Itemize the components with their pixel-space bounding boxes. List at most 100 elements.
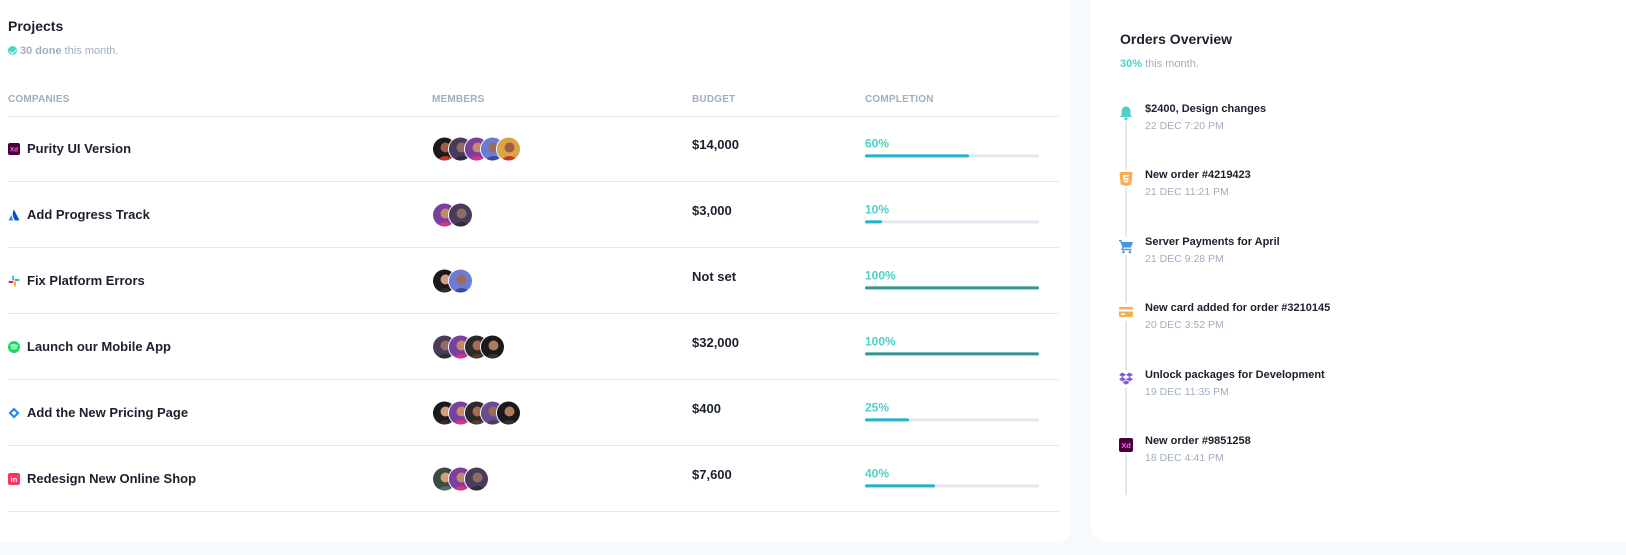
budget-value: Not set xyxy=(692,268,737,284)
done-suffix: this month. xyxy=(64,45,119,57)
column-header-companies[interactable]: COMPANIES xyxy=(8,94,70,105)
company-cell: Xd Purity UI Version xyxy=(8,116,131,181)
members-group xyxy=(432,268,473,293)
column-header-budget[interactable]: BUDGET xyxy=(692,94,735,105)
completion-percent: 25% xyxy=(865,399,890,414)
progress-bar-fill xyxy=(865,351,1039,355)
adobe-xd-icon: Xd xyxy=(1117,436,1135,454)
progress-bar xyxy=(865,219,1039,223)
projects-card: Projects 30 done this month. COMPANIES M… xyxy=(0,0,1071,542)
jira-icon xyxy=(8,407,20,419)
adobe-xd-icon: Xd xyxy=(8,142,20,155)
timeline-title: New order #9851258 xyxy=(1145,435,1251,447)
timeline-date: 21 DEC 11:21 PM xyxy=(1145,186,1229,198)
avatar[interactable] xyxy=(448,202,473,227)
slack-icon xyxy=(8,275,20,287)
svg-text:in: in xyxy=(11,475,18,484)
orders-percent: 30% xyxy=(1120,58,1143,70)
members-group xyxy=(432,202,473,227)
table-row[interactable]: Add the New Pricing Page $400 25% xyxy=(8,380,1059,446)
company-name[interactable]: Add the New Pricing Page xyxy=(27,405,188,420)
completion-percent: 60% xyxy=(865,135,890,150)
avatar[interactable] xyxy=(496,400,521,425)
table-row[interactable]: Add Progress Track $3,000 10% xyxy=(8,182,1059,248)
timeline-title: New card added for order #3210145 xyxy=(1145,302,1331,314)
orders-subtitle: 30% this month. xyxy=(1120,58,1199,70)
timeline-title: $2400, Design changes xyxy=(1145,103,1267,115)
progress-bar-fill xyxy=(865,285,1039,289)
atlassian-icon xyxy=(8,209,20,221)
timeline-date: 20 DEC 3:52 PM xyxy=(1145,319,1224,331)
timeline-title: Server Payments for April xyxy=(1145,236,1280,248)
timeline-date: 18 DEC 4:41 PM xyxy=(1145,452,1224,464)
timeline-item[interactable]: Server Payments for April 21 DEC 9:28 PM xyxy=(1117,236,1577,276)
company-cell: Add the New Pricing Page xyxy=(8,380,188,445)
budget-value: $32,000 xyxy=(692,334,739,350)
svg-text:Xd: Xd xyxy=(1121,441,1131,450)
company-cell: in Redesign New Online Shop xyxy=(8,446,196,511)
progress-bar xyxy=(865,351,1039,355)
company-name[interactable]: Fix Platform Errors xyxy=(27,273,145,288)
timeline-item[interactable]: $2400, Design changes 22 DEC 7:20 PM xyxy=(1117,103,1577,143)
budget-value: $3,000 xyxy=(692,202,732,218)
timeline-item[interactable]: New order #4219423 21 DEC 11:21 PM xyxy=(1117,169,1577,209)
progress-bar xyxy=(865,417,1039,421)
column-header-completion[interactable]: COMPLETION xyxy=(865,94,934,105)
column-header-members[interactable]: MEMBERS xyxy=(432,94,485,105)
invision-icon: in xyxy=(8,472,20,485)
table-row[interactable]: Fix Platform Errors Not set 100% xyxy=(8,248,1059,314)
orders-overview-card: Orders Overview 30% this month. $2400, D… xyxy=(1091,0,1626,542)
company-name[interactable]: Purity UI Version xyxy=(27,141,131,156)
progress-bar-fill xyxy=(865,219,883,223)
avatar[interactable] xyxy=(464,466,489,491)
progress-bar-fill xyxy=(865,153,970,157)
completion-percent: 100% xyxy=(865,267,896,282)
cart-icon xyxy=(1117,237,1135,255)
avatar[interactable] xyxy=(480,334,505,359)
members-group xyxy=(432,400,521,425)
dropbox-icon xyxy=(1117,370,1135,388)
company-cell: Fix Platform Errors xyxy=(8,248,145,313)
check-circle-icon xyxy=(8,46,17,55)
completion-percent: 10% xyxy=(865,201,890,216)
company-name[interactable]: Redesign New Online Shop xyxy=(27,471,196,486)
timeline-title: Unlock packages for Development xyxy=(1145,369,1325,381)
avatar[interactable] xyxy=(496,136,521,161)
completion-cell: 100% xyxy=(865,334,1039,355)
members-group xyxy=(432,334,505,359)
completion-percent: 100% xyxy=(865,333,896,348)
completion-cell: 10% xyxy=(865,202,1039,223)
table-row[interactable]: in Redesign New Online Shop $7,600 40% xyxy=(8,446,1059,512)
done-count: 30 done xyxy=(20,45,62,57)
table-row[interactable]: Launch our Mobile App $32,000 100% xyxy=(8,314,1059,380)
completion-percent: 40% xyxy=(865,465,890,480)
timeline-date: 21 DEC 9:28 PM xyxy=(1145,253,1224,265)
company-name[interactable]: Add Progress Track xyxy=(27,207,150,222)
budget-value: $14,000 xyxy=(692,136,739,152)
company-name[interactable]: Launch our Mobile App xyxy=(27,339,171,354)
bell-icon xyxy=(1117,104,1135,122)
budget-value: $7,600 xyxy=(692,466,732,482)
completion-cell: 40% xyxy=(865,466,1039,487)
timeline-item[interactable]: Xd New order #9851258 18 DEC 4:41 PM xyxy=(1117,435,1577,475)
progress-bar xyxy=(865,483,1039,487)
orders-title: Orders Overview xyxy=(1120,31,1233,47)
timeline-title: New order #4219423 xyxy=(1145,169,1251,181)
spotify-icon xyxy=(8,340,20,353)
credit-card-icon xyxy=(1117,303,1135,321)
budget-value: $400 xyxy=(692,400,721,416)
completion-cell: 60% xyxy=(865,136,1039,157)
company-cell: Launch our Mobile App xyxy=(8,314,171,379)
avatar[interactable] xyxy=(448,268,473,293)
timeline-item[interactable]: New card added for order #3210145 20 DEC… xyxy=(1117,302,1577,342)
projects-subtitle: 30 done this month. xyxy=(8,45,118,57)
timeline-item[interactable]: Unlock packages for Development 19 DEC 1… xyxy=(1117,369,1577,409)
progress-bar-fill xyxy=(865,483,935,487)
progress-bar xyxy=(865,153,1039,157)
svg-text:Xd: Xd xyxy=(10,146,18,153)
members-group xyxy=(432,466,489,491)
table-row[interactable]: Xd Purity UI Version $14,000 60% xyxy=(8,116,1059,182)
timeline-date: 22 DEC 7:20 PM xyxy=(1145,120,1224,132)
projects-title: Projects xyxy=(8,18,64,34)
members-group xyxy=(432,136,521,161)
